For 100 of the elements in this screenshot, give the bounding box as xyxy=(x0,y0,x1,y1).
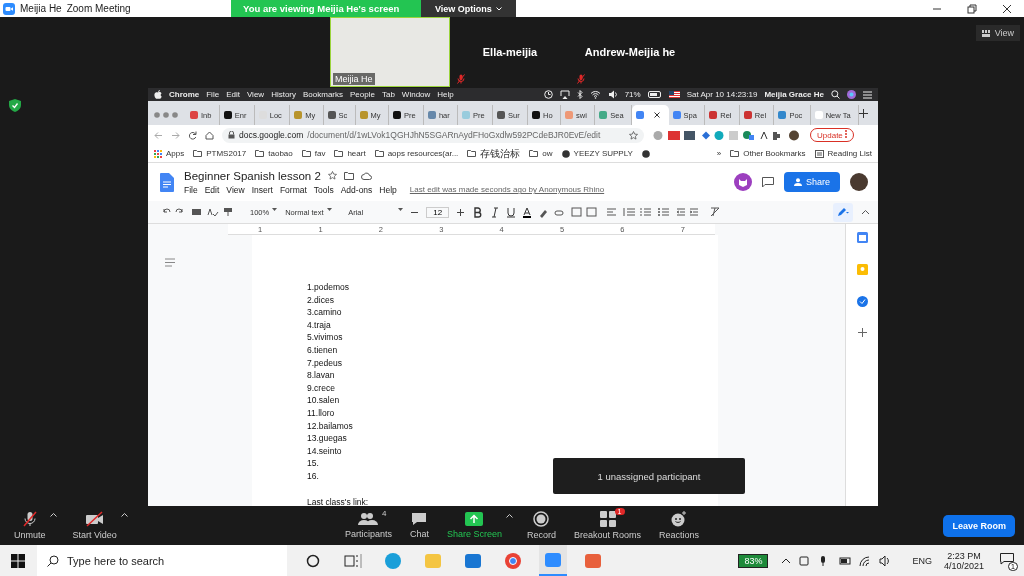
docs-logo-icon[interactable] xyxy=(160,172,174,192)
star-icon[interactable] xyxy=(327,171,337,180)
view-options-button[interactable]: View Options xyxy=(421,0,516,17)
bookmark[interactable]: heart xyxy=(334,149,366,158)
language-indicator[interactable]: ENG xyxy=(912,555,932,566)
search-field[interactable]: Type here to search xyxy=(37,545,287,576)
siri-icon[interactable] xyxy=(847,90,856,99)
menu-item[interactable]: Tab xyxy=(381,90,395,99)
menu-item[interactable]: File xyxy=(206,90,220,99)
toolbar-button[interactable]: Chat xyxy=(405,510,433,541)
menu-item[interactable]: Window xyxy=(401,90,431,99)
search-icon[interactable] xyxy=(831,90,840,99)
window-title: Zoom Meeting xyxy=(66,3,131,14)
user-menu[interactable]: Meijia Grace He xyxy=(764,90,824,99)
last-edit-link[interactable]: Last edit was made seconds ago by Anonymous Rhino xyxy=(409,185,605,194)
list-line: 3.camino xyxy=(307,306,342,319)
toolbar-button[interactable]: Reactions xyxy=(655,509,704,542)
toolbar-button[interactable]: Start Video xyxy=(68,509,121,542)
battery-icon[interactable] xyxy=(647,91,662,98)
bookmark-star-icon[interactable] xyxy=(629,130,638,140)
bookmark[interactable]: Apps xyxy=(154,149,185,158)
caret-icon[interactable] xyxy=(120,513,128,517)
bookmark[interactable]: taobao xyxy=(255,149,293,158)
toolbar-button[interactable]: Share Screen xyxy=(442,510,506,541)
avatar-icon xyxy=(850,173,868,191)
volume-icon[interactable] xyxy=(607,90,618,99)
menu-item[interactable]: Chrome xyxy=(169,90,200,99)
clock-time[interactable]: 2:23 PM xyxy=(947,550,981,561)
address-bar[interactable]: docs.google.com /document/d/1wLVok1QGHJhN5SGARnAydFHoGxdlw592PCdeBJR0EvE/edit xyxy=(222,127,644,143)
reading-list-button[interactable]: Reading List xyxy=(814,149,872,158)
toolbar-button[interactable]: Record xyxy=(523,509,560,542)
folder-icon xyxy=(374,150,384,157)
caret-icon[interactable] xyxy=(506,514,513,518)
menu-item[interactable]: People xyxy=(350,90,375,99)
update-button[interactable]: Update xyxy=(810,128,855,142)
flag-icon[interactable] xyxy=(668,91,680,98)
extensions-drawing[interactable] xyxy=(652,129,802,141)
bookmark[interactable]: Other Bookmarks xyxy=(730,149,806,158)
caret-icon[interactable] xyxy=(49,513,57,517)
leave-room-button[interactable]: Leave Room xyxy=(943,514,1015,537)
browser-tab[interactable] xyxy=(631,105,669,125)
share-button[interactable]: Share xyxy=(783,172,840,192)
editing-mode-button[interactable] xyxy=(833,202,853,222)
document-title[interactable]: Beginner Spanish lesson 2 xyxy=(184,169,321,182)
outline-icon[interactable] xyxy=(165,258,175,267)
menu-item[interactable]: Tools xyxy=(313,184,334,195)
menu-item[interactable]: Format xyxy=(279,184,307,195)
menu-item[interactable]: Add-ons xyxy=(340,184,373,195)
list-line: 7.pedeus xyxy=(307,356,342,370)
view-button[interactable]: View xyxy=(975,25,1020,41)
menu-icon[interactable] xyxy=(863,90,872,99)
tasks-icon[interactable] xyxy=(856,296,868,307)
reload-icon[interactable] xyxy=(188,130,197,140)
bookmark[interactable]: ow xyxy=(529,149,553,158)
list-line: 16. xyxy=(307,469,319,483)
apple-logo-icon[interactable] xyxy=(154,90,162,99)
window-buttons-drawing[interactable] xyxy=(154,112,180,118)
menu-item[interactable]: Help xyxy=(437,90,454,99)
menu-item[interactable]: Edit xyxy=(204,184,220,195)
menu-item[interactable]: Bookmarks xyxy=(303,90,344,99)
bluetooth-icon[interactable] xyxy=(576,90,583,99)
home-icon[interactable] xyxy=(205,130,214,140)
folder-icon[interactable] xyxy=(343,171,354,180)
wifi-icon[interactable] xyxy=(589,90,601,99)
menu-item[interactable]: Edit xyxy=(226,90,240,99)
clock-icon[interactable] xyxy=(543,90,553,99)
menu-item[interactable]: File xyxy=(184,184,198,195)
add-icon[interactable] xyxy=(857,328,867,337)
new-tab-icon[interactable] xyxy=(858,108,868,118)
shield-icon[interactable] xyxy=(9,99,21,112)
menu-item[interactable]: History xyxy=(271,90,296,99)
font-size-field[interactable]: 12 xyxy=(426,206,450,218)
cloud-icon[interactable] xyxy=(360,171,372,180)
more-bookmarks-button[interactable]: » xyxy=(716,149,722,158)
bookmark[interactable] xyxy=(641,149,650,158)
menu-item[interactable]: Help xyxy=(379,184,397,195)
bookmark[interactable]: PTMS2017 xyxy=(193,149,247,158)
close-tab-icon[interactable] xyxy=(653,112,660,118)
airplay-icon[interactable] xyxy=(559,90,570,99)
collapse-icon[interactable] xyxy=(861,209,870,215)
bookmark[interactable]: fav xyxy=(301,149,326,158)
toolbar-button[interactable]: Unmute xyxy=(10,509,50,542)
toolbar-button[interactable]: 4 Participants xyxy=(340,510,396,541)
battery-indicator[interactable]: 83% xyxy=(738,553,769,568)
bookmark[interactable]: 存钱治标 xyxy=(467,146,521,161)
comment-icon[interactable] xyxy=(761,176,774,188)
bookmark[interactable]: YEEZY SUPPLY xyxy=(561,149,633,158)
close-icon[interactable] xyxy=(1002,3,1012,14)
tooltip: 1 unassigned participant xyxy=(553,458,745,494)
clock-date[interactable]: 4/10/2021 xyxy=(943,560,984,571)
menu-item[interactable]: Insert xyxy=(251,184,273,195)
bookmark[interactable]: aops resources(ar... xyxy=(374,149,459,158)
menu-item[interactable]: View xyxy=(226,184,245,195)
restore-icon[interactable] xyxy=(967,3,977,14)
plus-icon[interactable] xyxy=(457,208,465,216)
calendar-icon[interactable] xyxy=(856,232,868,243)
clear-formatting-icon[interactable] xyxy=(710,207,721,217)
menu-item[interactable]: View xyxy=(246,90,265,99)
folder-icon xyxy=(467,150,477,157)
windows-start-icon[interactable] xyxy=(11,553,25,568)
